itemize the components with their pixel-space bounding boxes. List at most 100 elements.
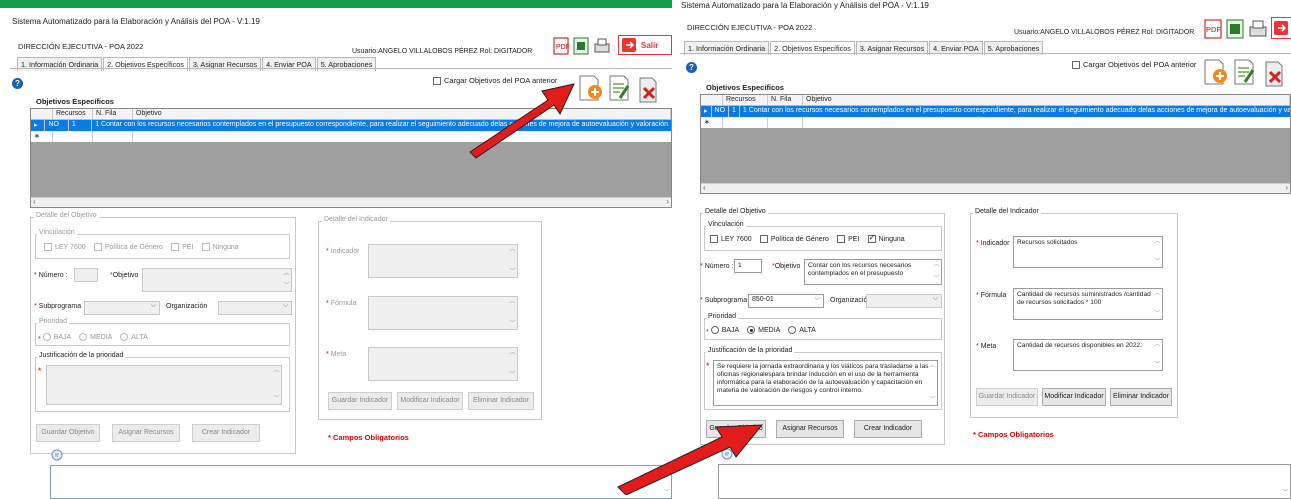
formula-label: * Fórmula: [326, 300, 357, 307]
formula-label: * Fórmula: [976, 292, 1007, 299]
numero-input[interactable]: 1: [734, 259, 762, 273]
exit-icon: [1274, 21, 1288, 35]
objetivo-label: *Objetivo: [772, 263, 801, 270]
grid-col-objetivo: Objetivo: [133, 109, 671, 119]
justificacion-textarea[interactable]: ︿ ﹀: [46, 365, 282, 405]
asignar-recursos-button[interactable]: Asignar Recursos: [112, 424, 180, 442]
add-document-icon[interactable]: [578, 74, 602, 102]
scroll-right-icon[interactable]: ›: [1285, 183, 1288, 192]
comment-icon: [51, 449, 63, 461]
vinc-pei[interactable]: PEI: [837, 235, 859, 243]
grid-col-recursos: Recursos: [53, 109, 93, 119]
guardar-indicador-button[interactable]: Guardar Indicador: [328, 392, 392, 410]
formula-text: Cantidad de recursos suministrados /cant…: [1017, 291, 1151, 306]
asignar-recursos-button[interactable]: Asignar Recursos: [776, 420, 844, 438]
meta-textarea[interactable]: Cantidad de recursos disponibles en 2022…: [1013, 339, 1163, 371]
prioridad-legend: Prioridad: [706, 313, 739, 320]
objetivo-textarea[interactable]: ︿ ﹀: [142, 268, 292, 292]
prioridad-baja[interactable]: BAJA: [710, 326, 739, 334]
vinc-ninguna[interactable]: Ninguna: [867, 233, 905, 243]
prioridad-alta[interactable]: ALTA: [120, 333, 148, 341]
vinc-ninguna[interactable]: Ninguna: [201, 243, 239, 251]
table-row-new[interactable]: ∗: [701, 117, 1290, 128]
formula-textarea[interactable]: Cantidad de recursos suministrados /cant…: [1013, 288, 1163, 320]
row-new-fila: [768, 117, 803, 128]
objetivo-label: *Objetivo: [110, 272, 139, 279]
vinc-ley7600[interactable]: LEY 7600: [44, 243, 86, 251]
organizacion-select[interactable]: ⌵: [218, 301, 292, 315]
subprograma-select[interactable]: 850-01 ⌵: [748, 294, 824, 308]
edit-document-icon[interactable]: [608, 74, 630, 102]
grid-hscrollbar[interactable]: ‹ ›: [31, 197, 671, 207]
table-row[interactable]: ▸ NO 1 1 Contar con los recursos necesar…: [701, 106, 1290, 117]
prioridad-baja[interactable]: BAJA: [42, 333, 71, 341]
indicador-textarea[interactable]: Recursos solicitados ︿ ﹀: [1013, 236, 1163, 268]
eliminar-indicador-button[interactable]: Eliminar Indicador: [1110, 388, 1172, 406]
row-new-fila: [93, 131, 133, 142]
print-icon[interactable]: [1248, 19, 1268, 39]
excel-icon[interactable]: [1226, 19, 1244, 39]
guardar-objetivo-button[interactable]: Guardar Objetivo: [36, 424, 100, 442]
help-icon[interactable]: ?: [686, 62, 697, 73]
delete-document-icon[interactable]: [636, 74, 660, 104]
prioridad-media[interactable]: MEDIA: [747, 326, 780, 334]
prioridad-alta[interactable]: ALTA: [788, 326, 816, 334]
indicador-label: * Indicador: [326, 248, 360, 255]
comentario-textarea[interactable]: ﹀: [50, 465, 672, 499]
detalle-objetivo-legend: Detalle del Objetivo: [703, 208, 768, 215]
row-new-recursos: [723, 117, 768, 128]
justificacion-textarea[interactable]: Se requiere la jornada extraordinaria y …: [713, 360, 938, 406]
modificar-indicador-button[interactable]: Modificar Indicador: [397, 392, 463, 410]
delete-document-icon[interactable]: [1262, 58, 1286, 88]
indicador-label: * Indicador: [976, 240, 1010, 247]
comentario-textarea[interactable]: ﹀: [718, 464, 1291, 499]
chevron-down-icon: ⌵: [150, 302, 156, 309]
add-document-icon[interactable]: [1203, 58, 1227, 86]
eliminar-indicador-button[interactable]: Eliminar Indicador: [468, 392, 534, 410]
numero-input[interactable]: [74, 268, 98, 282]
prioridad-options: * BAJA MEDIA ALTA: [38, 333, 148, 343]
grid-hscrollbar[interactable]: ‹ ›: [701, 183, 1290, 193]
indicador-textarea[interactable]: ︿ ﹀: [368, 244, 518, 278]
cargar-checkbox[interactable]: Cargar Objetivos del POA anterior: [1072, 60, 1196, 70]
help-icon[interactable]: ?: [12, 78, 23, 89]
vinculacion-options: LEY 7600 Política de Género PEI Ninguna: [44, 243, 245, 253]
meta-textarea[interactable]: ︿ ﹀: [368, 347, 518, 381]
formula-textarea[interactable]: ︿ ﹀: [368, 296, 518, 330]
row-new-objetivo: [803, 117, 1290, 128]
vinc-ley7600[interactable]: LEY 7600: [710, 235, 752, 243]
row-recursos: NO: [712, 106, 730, 117]
guardar-indicador-button[interactable]: Guardar Indicador: [976, 388, 1038, 406]
organizacion-select[interactable]: ⌵: [866, 294, 942, 308]
vinc-genero[interactable]: Política de Género: [93, 243, 163, 251]
scroll-right-icon[interactable]: ›: [666, 197, 669, 206]
print-icon[interactable]: [593, 37, 611, 55]
modificar-indicador-button[interactable]: Modificar Indicador: [1042, 388, 1106, 406]
organizacion-label: Organización: [166, 303, 208, 310]
top-accent-bar: [0, 0, 672, 8]
objetivo-textarea[interactable]: Contar con los recursos necesarios conte…: [804, 259, 942, 285]
scroll-left-icon[interactable]: ‹: [703, 183, 706, 192]
edit-document-icon[interactable]: [1233, 58, 1255, 86]
svg-text:PDF: PDF: [1206, 25, 1221, 34]
chevron-down-icon: ⌵: [932, 295, 938, 302]
pdf-icon[interactable]: PDF: [1204, 19, 1222, 39]
pdf-icon[interactable]: PDF: [553, 37, 569, 55]
salir-label: Salir: [641, 41, 659, 50]
objetivos-title: Objetivos Específicos: [706, 83, 784, 92]
vinc-genero[interactable]: Política de Género: [759, 235, 829, 243]
row-new-marker-icon: ∗: [31, 131, 53, 142]
excel-icon[interactable]: [573, 37, 589, 55]
campos-obligatorios: * Campos Obligatorios: [973, 430, 1054, 439]
grid-header: Recursos N. Fila Objetivo: [701, 95, 1290, 106]
salir-button[interactable]: [1271, 17, 1291, 39]
objetivos-grid: Recursos N. Fila Objetivo ▸ NO 1 1 Conta…: [700, 94, 1291, 194]
crear-indicador-button[interactable]: Crear Indicador: [192, 424, 260, 442]
salir-button[interactable]: Salir: [618, 35, 672, 55]
grid-col-fila: N. Fila: [93, 109, 133, 119]
vinc-pei[interactable]: PEI: [171, 243, 193, 251]
scroll-left-icon[interactable]: ‹: [33, 197, 36, 206]
subprograma-select[interactable]: ⌵: [84, 301, 160, 315]
crear-indicador-button[interactable]: Crear Indicador: [854, 420, 922, 438]
prioridad-media[interactable]: MEDIA: [79, 333, 112, 341]
